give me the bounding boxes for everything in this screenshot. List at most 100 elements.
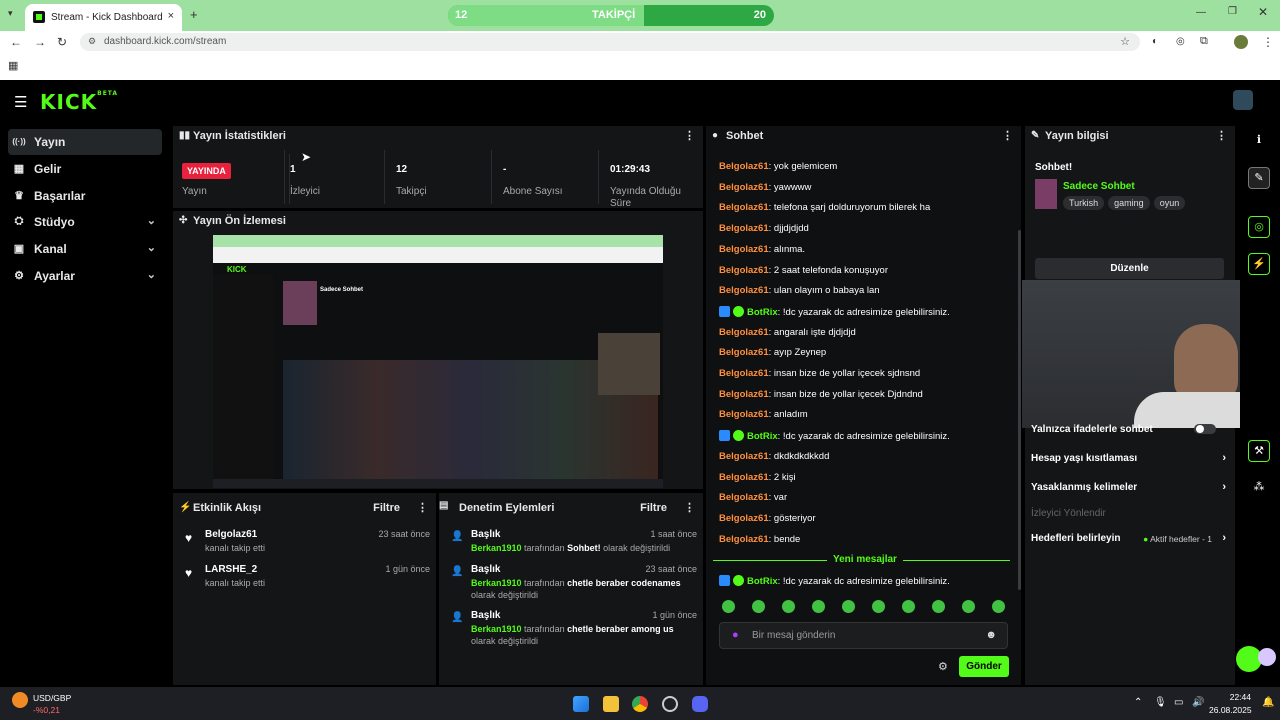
tag[interactable]: oyun <box>1153 196 1186 210</box>
tab-close-icon[interactable]: × <box>168 10 174 22</box>
volume-tray-icon[interactable]: 🔊 <box>1192 697 1204 708</box>
more-options-icon[interactable]: ⋮ <box>684 501 695 514</box>
setting-goals[interactable]: Hedefleri belirleyin ● Aktif hedefler - … <box>1031 532 1226 544</box>
edit-icon[interactable]: ✎ <box>1248 167 1270 189</box>
browser-menu-icon[interactable]: ⋮ <box>1262 35 1274 49</box>
chat-username[interactable]: Belgolaz61 <box>719 327 769 338</box>
chat-username[interactable]: Belgolaz61 <box>719 534 769 545</box>
chat-username[interactable]: BotRix <box>747 431 778 442</box>
sidebar-item-ayarlar[interactable]: ⚙ Ayarlar ⌄ <box>8 263 162 289</box>
site-info-icon[interactable]: ⚙ <box>88 36 96 47</box>
chat-username[interactable]: Belgolaz61 <box>719 223 769 234</box>
emote-icon[interactable] <box>842 600 855 613</box>
emote-icon[interactable] <box>932 600 945 613</box>
setting-emote-only[interactable]: Yalnızca ifadelerle sohbet <box>1031 424 1226 435</box>
forward-icon[interactable]: → <box>34 35 46 49</box>
moderator-name[interactable]: Berkan1910 <box>471 578 522 588</box>
new-messages-label[interactable]: Yeni mesajlar <box>827 554 903 565</box>
moderator-name[interactable]: Berkan1910 <box>471 624 522 634</box>
chat-username[interactable]: Belgolaz61 <box>719 492 769 503</box>
nodes-icon[interactable]: ⁂ <box>1248 477 1270 499</box>
bookmark-star-icon[interactable]: ☆ <box>1120 35 1130 48</box>
emote-icon[interactable] <box>962 600 975 613</box>
hamburger-menu-icon[interactable]: ☰ <box>14 93 27 111</box>
chat-username[interactable]: Belgolaz61 <box>719 472 769 483</box>
tray-chevron-icon[interactable]: ⌃ <box>1134 697 1142 708</box>
maximize-icon[interactable]: ❐ <box>1228 6 1237 17</box>
setting-account-age[interactable]: Hesap yaşı kısıtlaması › <box>1031 452 1226 464</box>
chat-username[interactable]: Belgolaz61 <box>719 409 769 420</box>
emote-only-toggle[interactable] <box>1194 424 1216 434</box>
emote-icon[interactable] <box>812 600 825 613</box>
stream-preview-video[interactable]: KICK Sadece Sohbet <box>213 235 663 488</box>
more-options-icon[interactable]: ⋮ <box>1216 129 1227 142</box>
chat-username[interactable]: Belgolaz61 <box>719 202 769 213</box>
more-options-icon[interactable]: ⋮ <box>1002 129 1013 142</box>
chat-username[interactable]: Belgolaz61 <box>719 347 769 358</box>
obs-icon[interactable] <box>662 696 678 712</box>
emote-icon[interactable] <box>752 600 765 613</box>
emoji-icon[interactable]: ☻ <box>985 629 997 641</box>
sidebar-item-gelir[interactable]: ▦ Gelir <box>8 156 162 182</box>
sidebar-item-yayin[interactable]: ((·)) Yayın <box>8 129 162 155</box>
setting-banned-words[interactable]: Yasaklanmış kelimeler › <box>1031 481 1226 493</box>
chat-username[interactable]: Belgolaz61 <box>719 389 769 400</box>
file-explorer-icon[interactable] <box>603 696 619 712</box>
reload-icon[interactable]: ↻ <box>57 35 67 49</box>
kick-logo[interactable]: KICKBETA <box>40 90 118 114</box>
chat-username[interactable]: Belgolaz61 <box>719 161 769 172</box>
chat-username[interactable]: Belgolaz61 <box>719 368 769 379</box>
send-button[interactable]: Gönder <box>959 656 1009 677</box>
floating-widget-icon[interactable] <box>1258 648 1276 666</box>
scan-icon[interactable]: ◎ <box>1248 216 1270 238</box>
browser-tab[interactable]: Stream - Kick Dashboard × <box>25 4 182 31</box>
chat-username[interactable]: BotRix <box>747 307 778 318</box>
chat-scrollbar[interactable] <box>1018 230 1021 590</box>
extension-icon[interactable]: ◎ <box>1176 36 1185 47</box>
lightning-icon[interactable]: ⚡ <box>1248 253 1270 275</box>
display-tray-icon[interactable]: ▭ <box>1174 697 1183 708</box>
emote-icon[interactable] <box>722 600 735 613</box>
emote-icon[interactable] <box>902 600 915 613</box>
chat-username[interactable]: BotRix <box>747 576 778 587</box>
back-icon[interactable]: ← <box>10 35 22 49</box>
apps-grid-icon[interactable]: ▦ <box>8 59 18 72</box>
activity-user[interactable]: LARSHE_2 <box>205 564 257 575</box>
notification-bell-icon[interactable]: 🔔 <box>1262 697 1274 708</box>
window-close-icon[interactable]: ✕ <box>1258 5 1268 19</box>
tag[interactable]: Turkish <box>1063 196 1105 210</box>
category-name[interactable]: Sadece Sohbet <box>1063 181 1135 192</box>
sidebar-item-kanal[interactable]: ▣ Kanal ⌄ <box>8 236 162 262</box>
windows-start-icon[interactable] <box>573 696 589 712</box>
emote-icon[interactable] <box>782 600 795 613</box>
emote-icon[interactable] <box>872 600 885 613</box>
clock-date[interactable]: 26.08.2025 <box>1209 705 1252 715</box>
chat-input[interactable]: ● Bir mesaj gönderin ☻ <box>719 622 1008 649</box>
chat-username[interactable]: Belgolaz61 <box>719 451 769 462</box>
edit-button[interactable]: Düzenle <box>1035 258 1224 279</box>
emote-icon[interactable] <box>992 600 1005 613</box>
info-icon[interactable]: ℹ <box>1248 130 1270 152</box>
extension-icon[interactable]: ◐ <box>1152 36 1158 47</box>
extensions-puzzle-icon[interactable]: ⧉ <box>1200 35 1208 48</box>
more-options-icon[interactable]: ⋮ <box>417 501 428 514</box>
microphone-icon[interactable]: ● <box>732 629 739 641</box>
chat-username[interactable]: Belgolaz61 <box>719 265 769 276</box>
chat-username[interactable]: Belgolaz61 <box>719 285 769 296</box>
chrome-icon[interactable] <box>632 696 648 712</box>
activity-user[interactable]: Belgolaz61 <box>205 529 257 540</box>
chat-settings-icon[interactable]: ⚙ <box>938 660 948 673</box>
filter-button[interactable]: Filtre <box>373 502 400 514</box>
url-field[interactable]: ⚙ dashboard.kick.com/stream ☆ <box>80 33 1140 51</box>
sidebar-item-basarilar[interactable]: ♛ Başarılar <box>8 183 162 209</box>
sidebar-item-studyo[interactable]: ⛭ Stüdyo ⌄ <box>8 209 162 235</box>
more-options-icon[interactable]: ⋮ <box>684 129 695 142</box>
chat-username[interactable]: Belgolaz61 <box>719 182 769 193</box>
chat-username[interactable]: Belgolaz61 <box>719 244 769 255</box>
chat-username[interactable]: Belgolaz61 <box>719 513 769 524</box>
new-tab-button[interactable]: + <box>190 7 198 22</box>
stock-widget-icon[interactable] <box>12 692 28 708</box>
clock-time[interactable]: 22:44 <box>1209 692 1251 702</box>
profile-avatar[interactable] <box>1234 35 1248 49</box>
moderator-name[interactable]: Berkan1910 <box>471 543 522 553</box>
